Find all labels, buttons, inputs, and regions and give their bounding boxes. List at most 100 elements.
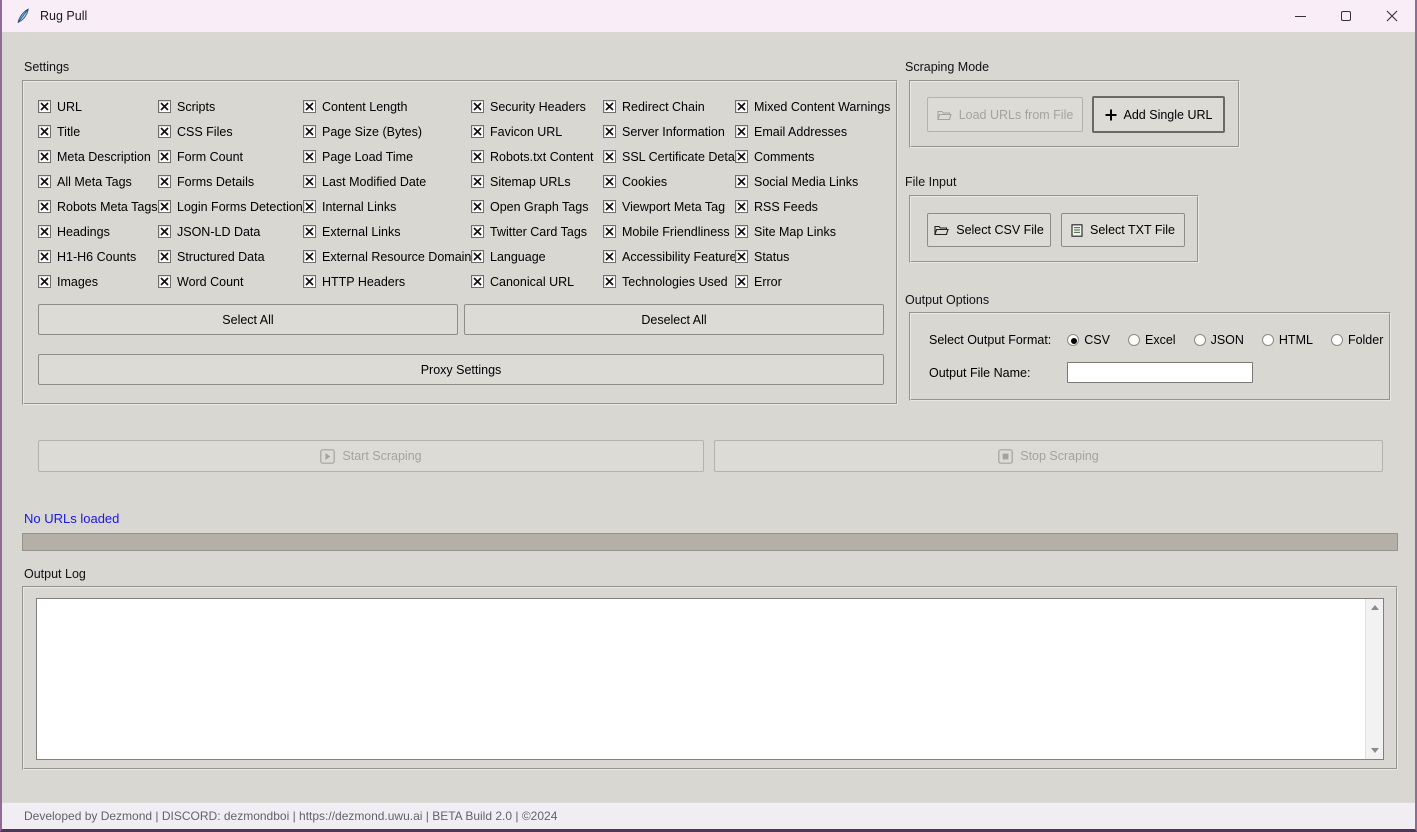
checkbox-label: Mobile Friendliness [622, 225, 730, 239]
settings-checkbox-item[interactable]: Security Headers [471, 94, 594, 119]
checkbox [38, 150, 51, 163]
output-format-row: Select Output Format: CSV Excel JSON HTM… [929, 331, 1383, 349]
output-format-radio[interactable]: CSV [1067, 333, 1110, 347]
settings-checkbox-item[interactable]: Mobile Friendliness [603, 219, 747, 244]
settings-checkbox-item[interactable]: Email Addresses [735, 119, 890, 144]
start-scraping-button[interactable]: Start Scraping [38, 440, 704, 472]
scroll-down-button[interactable] [1366, 742, 1383, 759]
settings-checkbox-item[interactable]: Word Count [158, 269, 303, 294]
settings-checkbox-item[interactable]: Headings [38, 219, 158, 244]
settings-checkbox-item[interactable]: Comments [735, 144, 890, 169]
close-button[interactable] [1369, 0, 1415, 32]
tk-feather-icon [15, 8, 31, 24]
checkbox-label: External Links [322, 225, 401, 239]
stop-scraping-label: Stop Scraping [1020, 449, 1099, 463]
checkbox [471, 250, 484, 263]
settings-checkbox-item[interactable]: Meta Description [38, 144, 158, 169]
checkbox-label: Error [754, 275, 782, 289]
checkbox [471, 175, 484, 188]
load-urls-from-file-button[interactable]: Load URLs from File [927, 97, 1083, 132]
settings-checkbox-item[interactable]: Mixed Content Warnings [735, 94, 890, 119]
settings-checkbox-item[interactable]: Viewport Meta Tag [603, 194, 747, 219]
settings-checkbox-item[interactable]: Login Forms Detection [158, 194, 303, 219]
settings-checkbox-item[interactable]: Title [38, 119, 158, 144]
settings-checkbox-item[interactable]: Twitter Card Tags [471, 219, 594, 244]
settings-checkbox-item[interactable]: Images [38, 269, 158, 294]
settings-checkbox-item[interactable]: CSS Files [158, 119, 303, 144]
settings-checkbox-item[interactable]: Technologies Used [603, 269, 747, 294]
proxy-settings-button[interactable]: Proxy Settings [38, 354, 884, 385]
settings-checkbox-item[interactable]: Robots.txt Content [471, 144, 594, 169]
output-format-radio[interactable]: HTML [1262, 333, 1313, 347]
checkbox-label: Scripts [177, 100, 215, 114]
settings-checkbox-item[interactable]: RSS Feeds [735, 194, 890, 219]
checkbox [603, 275, 616, 288]
maximize-button[interactable] [1323, 0, 1369, 32]
settings-frame: URL Title Meta Description All Meta Tags [22, 80, 898, 405]
checkbox-label: External Resource Domains [322, 250, 478, 264]
settings-checkbox-item[interactable]: Canonical URL [471, 269, 594, 294]
settings-checkbox-item[interactable]: Content Length [303, 94, 478, 119]
output-log-scrollbar[interactable] [1365, 599, 1383, 759]
settings-checkbox-item[interactable]: Status [735, 244, 890, 269]
settings-checkbox-item[interactable]: Language [471, 244, 594, 269]
check-x-icon [160, 102, 169, 111]
settings-checkbox-item[interactable]: External Links [303, 219, 478, 244]
settings-checkbox-item[interactable]: Page Size (Bytes) [303, 119, 478, 144]
radio-label: CSV [1084, 333, 1110, 347]
settings-checkbox-item[interactable]: External Resource Domains [303, 244, 478, 269]
settings-checkbox-item[interactable]: Site Map Links [735, 219, 890, 244]
settings-checkbox-item[interactable]: SSL Certificate Details [603, 144, 747, 169]
settings-checkbox-item[interactable]: Page Load Time [303, 144, 478, 169]
document-icon [1071, 224, 1083, 237]
check-x-icon [305, 127, 314, 136]
settings-checkbox-item[interactable]: URL [38, 94, 158, 119]
checkbox [303, 175, 316, 188]
settings-checkbox-item[interactable]: Robots Meta Tags [38, 194, 158, 219]
checkbox-label: Canonical URL [490, 275, 574, 289]
output-file-name-input[interactable] [1067, 362, 1253, 383]
checkbox [38, 250, 51, 263]
select-all-button[interactable]: Select All [38, 304, 458, 335]
settings-checkbox-item[interactable]: Error [735, 269, 890, 294]
settings-checkbox-item[interactable]: Sitemap URLs [471, 169, 594, 194]
settings-checkbox-item[interactable]: Form Count [158, 144, 303, 169]
checkbox [471, 100, 484, 113]
settings-checkbox-item[interactable]: Favicon URL [471, 119, 594, 144]
output-log-text[interactable] [37, 599, 1365, 759]
select-txt-file-button[interactable]: Select TXT File [1061, 213, 1185, 247]
checkbox-label: Technologies Used [622, 275, 728, 289]
minimize-button[interactable] [1277, 0, 1323, 32]
settings-checkbox-item[interactable]: Open Graph Tags [471, 194, 594, 219]
settings-checkbox-item[interactable]: Structured Data [158, 244, 303, 269]
output-format-radio[interactable]: Folder [1331, 333, 1383, 347]
settings-checkbox-item[interactable]: Redirect Chain [603, 94, 747, 119]
check-x-icon [305, 277, 314, 286]
settings-checkbox-item[interactable]: Scripts [158, 94, 303, 119]
checkbox-label: Content Length [322, 100, 408, 114]
checkbox-label: Login Forms Detection [177, 200, 303, 214]
select-csv-file-button[interactable]: Select CSV File [927, 213, 1051, 247]
check-x-icon [473, 227, 482, 236]
output-format-radio[interactable]: Excel [1128, 333, 1176, 347]
settings-checkbox-item[interactable]: Accessibility Features [603, 244, 747, 269]
settings-checkbox-item[interactable]: JSON-LD Data [158, 219, 303, 244]
add-single-url-button[interactable]: Add Single URL [1092, 96, 1225, 133]
scroll-up-button[interactable] [1366, 599, 1383, 616]
settings-checkbox-item[interactable]: Forms Details [158, 169, 303, 194]
checkbox-label: Social Media Links [754, 175, 858, 189]
settings-checkbox-item[interactable]: Cookies [603, 169, 747, 194]
output-format-radio[interactable]: JSON [1194, 333, 1244, 347]
stop-scraping-button[interactable]: Stop Scraping [714, 440, 1383, 472]
check-x-icon [605, 127, 614, 136]
main-area: Settings URL Title Meta Description [2, 32, 1415, 802]
settings-checkbox-item[interactable]: Last Modified Date [303, 169, 478, 194]
settings-checkbox-item[interactable]: Internal Links [303, 194, 478, 219]
settings-checkbox-item[interactable]: All Meta Tags [38, 169, 158, 194]
deselect-all-button[interactable]: Deselect All [464, 304, 884, 335]
settings-checkbox-item[interactable]: Server Information [603, 119, 747, 144]
settings-checkbox-item[interactable]: HTTP Headers [303, 269, 478, 294]
window-controls [1277, 0, 1415, 32]
settings-checkbox-item[interactable]: Social Media Links [735, 169, 890, 194]
settings-checkbox-item[interactable]: H1-H6 Counts [38, 244, 158, 269]
